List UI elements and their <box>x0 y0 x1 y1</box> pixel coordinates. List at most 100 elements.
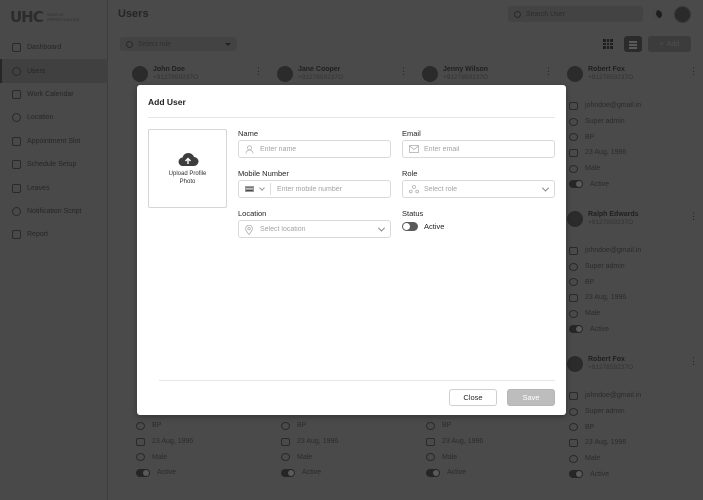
role-select[interactable] <box>402 180 555 198</box>
email-field[interactable] <box>402 140 555 158</box>
location-input[interactable] <box>260 225 373 233</box>
card-name: John Doe <box>153 66 185 73</box>
location-pin-icon <box>569 133 578 142</box>
user-card[interactable]: Jane Cooper +9127859237O ⋮ <box>277 66 417 82</box>
card-email: johndoe@gmail.in <box>585 392 642 400</box>
sidebar-item-location[interactable]: Location <box>0 106 108 129</box>
save-button[interactable]: Save <box>507 389 555 406</box>
email-input[interactable] <box>424 145 554 153</box>
more-options-icon[interactable]: ⋮ <box>399 66 408 77</box>
card-status: Active <box>590 180 610 188</box>
card-phone: +9127859237O <box>588 74 634 81</box>
mail-icon <box>569 246 578 255</box>
role-input[interactable] <box>424 185 537 193</box>
card-location: BP <box>297 422 307 430</box>
sidebar-item-appointment-slot[interactable]: Appointment Slot <box>0 130 108 153</box>
calendar-icon <box>569 148 578 157</box>
status-toggle[interactable] <box>569 180 583 189</box>
list-view-button[interactable] <box>624 36 642 52</box>
card-gender: Male <box>585 310 601 318</box>
status-toggle[interactable] <box>426 468 440 477</box>
more-options-icon[interactable]: ⋮ <box>689 211 698 222</box>
sidebar-item-users[interactable]: Users <box>0 59 108 83</box>
upload-photo-button[interactable]: Upload Profile Photo <box>148 129 227 208</box>
sidebar-item-work-calendar[interactable]: Work Calendar <box>0 83 108 106</box>
mobile-field[interactable] <box>238 180 391 198</box>
leaves-icon <box>12 183 21 193</box>
male-icon <box>569 309 578 318</box>
add-button-label: Add <box>666 40 680 48</box>
user-card-details: BP 23 Aug, 1996 Male Active <box>424 418 564 481</box>
user-card[interactable]: Robert Fox +9127859237O ⋮ johndoe@gmail.i… <box>567 356 703 482</box>
country-flag-icon[interactable] <box>245 186 254 192</box>
status-label: Status <box>402 209 424 218</box>
status-toggle[interactable] <box>281 468 295 477</box>
more-options-icon[interactable]: ⋮ <box>689 66 698 77</box>
user-card[interactable]: John Doe +9127859237O ⋮ <box>132 66 272 82</box>
location-label: Location <box>238 209 267 218</box>
male-icon <box>426 453 435 462</box>
sidebar-item-schedule-setup[interactable]: Schedule Setup <box>0 153 108 176</box>
sidebar-item-notification-script[interactable]: Notification Script <box>0 200 108 223</box>
user-card[interactable]: Robert Fox +9127859237O ⋮ johndoe@gmail.i… <box>567 66 703 192</box>
filter-icon <box>126 40 133 48</box>
card-name: Ralph Edwards <box>588 211 639 218</box>
location-pin-icon <box>12 113 21 123</box>
grid-view-icon[interactable] <box>603 39 613 49</box>
card-dob: 23 Aug, 1996 <box>152 438 194 446</box>
add-user-modal: Add User Upload Profile Photo Name Email… <box>137 85 566 415</box>
avatar[interactable] <box>674 6 691 23</box>
avatar <box>567 356 583 372</box>
avatar <box>422 66 438 82</box>
dark-mode-icon[interactable] <box>653 10 662 19</box>
sidebar-item-leaves[interactable]: Leaves <box>0 176 108 199</box>
page-title: Users <box>118 8 149 20</box>
more-options-icon[interactable]: ⋮ <box>544 66 553 77</box>
more-options-icon[interactable]: ⋮ <box>254 66 263 77</box>
close-button[interactable]: Close <box>449 389 497 406</box>
status-toggle[interactable] <box>569 325 583 334</box>
search-box[interactable] <box>508 6 643 22</box>
name-input[interactable] <box>260 145 390 153</box>
chevron-down-icon[interactable] <box>259 185 265 191</box>
status-value: Active <box>424 222 445 231</box>
cloud-upload-icon <box>177 152 199 166</box>
card-name: Robert Fox <box>588 66 625 73</box>
mobile-input[interactable] <box>277 185 390 193</box>
calendar-icon <box>281 437 290 446</box>
card-email: johndoe@gmail.in <box>585 247 642 255</box>
sidebar-item-label: Notification Script <box>27 207 82 215</box>
user-icon <box>245 144 254 154</box>
card-location: BP <box>152 422 162 430</box>
chevron-down-icon <box>377 224 386 232</box>
status-toggle[interactable] <box>402 222 418 231</box>
plus-icon: + <box>659 40 664 48</box>
status-toggle[interactable] <box>136 468 150 477</box>
more-options-icon[interactable]: ⋮ <box>689 356 698 367</box>
name-field[interactable] <box>238 140 391 158</box>
role-icon <box>408 184 419 194</box>
sidebar-item-report[interactable]: Report <box>0 223 108 246</box>
card-phone: +9127859237O <box>298 74 344 81</box>
search-input[interactable] <box>526 10 626 18</box>
card-name: Jenny Wilson <box>443 66 489 73</box>
card-gender: Male <box>585 165 601 173</box>
location-select[interactable] <box>238 220 391 238</box>
sidebar-item-label: Schedule Setup <box>27 161 77 169</box>
card-phone: +9127859237O <box>443 74 489 81</box>
role-filter-select[interactable]: Select role <box>120 37 237 51</box>
card-dob: 23 Aug, 1996 <box>585 149 627 157</box>
card-location: BP <box>585 423 595 431</box>
user-card[interactable]: Jenny Wilson +9127859237O ⋮ <box>422 66 562 82</box>
add-user-button[interactable]: + Add <box>648 36 691 52</box>
appointment-icon <box>12 136 21 146</box>
logo[interactable]: UHC Yuge at Opportunities <box>10 8 92 26</box>
notification-icon <box>12 206 21 216</box>
status-toggle[interactable] <box>569 470 583 479</box>
male-icon <box>136 453 145 462</box>
role-filter-placeholder: Select role <box>138 40 172 48</box>
user-card[interactable]: Ralph Edwards +9127859237O ⋮ johndoe@gmai… <box>567 211 703 337</box>
modal-title: Add User <box>148 97 186 107</box>
card-phone: +9127859237O <box>588 364 634 371</box>
sidebar-item-dashboard[interactable]: Dashboard <box>0 36 108 59</box>
